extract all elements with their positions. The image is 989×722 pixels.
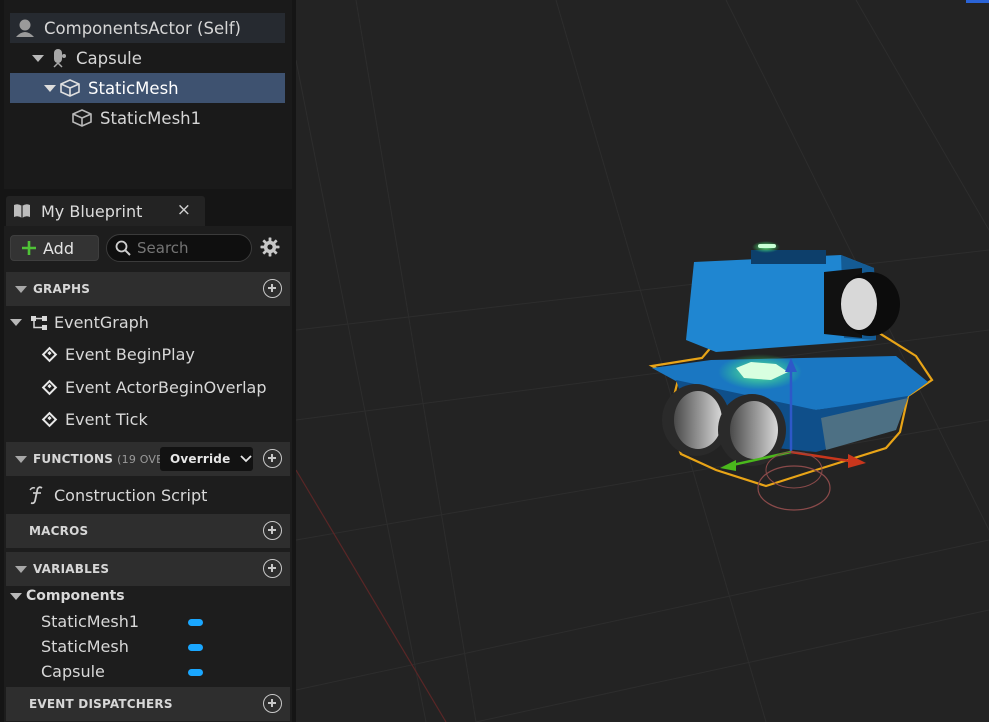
function-label: Construction Script — [54, 485, 208, 505]
event-label: Event BeginPlay — [65, 345, 195, 364]
plus-icon — [21, 240, 37, 256]
tree-item-static-mesh1[interactable]: StaticMesh1 — [10, 103, 285, 133]
section-title: FUNCTIONS — [33, 452, 114, 466]
event-icon — [41, 346, 58, 363]
viewport-scene[interactable] — [296, 0, 989, 722]
x-axis-line — [296, 469, 447, 722]
close-icon[interactable]: × — [177, 200, 191, 220]
event-item-actor-begin-overlap[interactable]: Event ActorBeginOverlap — [41, 378, 267, 397]
add-graph-plus-icon[interactable] — [263, 279, 282, 298]
section-functions[interactable]: FUNCTIONS (19 OVERRIDABLE) Override — [6, 442, 290, 476]
event-item-tick[interactable]: Event Tick — [41, 410, 148, 429]
collapse-arrow-icon[interactable] — [10, 592, 22, 600]
gear-icon[interactable] — [260, 237, 280, 257]
collapse-arrow-icon[interactable] — [15, 285, 27, 293]
graph-icon — [30, 315, 48, 331]
function-icon — [28, 485, 48, 505]
tab-label: My Blueprint — [41, 201, 143, 221]
variable-item-capsule[interactable]: Capsule — [41, 662, 105, 681]
mesh-icon — [60, 79, 80, 97]
variable-label: Capsule — [41, 662, 105, 681]
section-title: GRAPHS — [33, 282, 91, 296]
tab-my-blueprint[interactable]: My Blueprint × — [6, 196, 205, 226]
tree-item-label: ComponentsActor (Self) — [44, 18, 241, 38]
collapse-arrow-icon[interactable] — [10, 319, 22, 326]
section-title: EVENT DISPATCHERS — [29, 697, 173, 711]
variable-label: StaticMesh1 — [41, 612, 140, 631]
graph-label: EventGraph — [54, 313, 149, 332]
left-panel: ComponentsActor (Self) Capsule StaticMes… — [0, 0, 296, 722]
variable-label: StaticMesh — [41, 637, 129, 656]
tree-item-label: StaticMesh1 — [100, 108, 202, 128]
tank-mesh[interactable] — [648, 241, 934, 511]
event-label: Event ActorBeginOverlap — [65, 378, 267, 397]
add-dispatcher-plus-icon[interactable] — [263, 694, 282, 713]
my-blueprint-panel: Add Search GRAPHS EventGraph Event Begin… — [4, 226, 292, 722]
tree-item-label: Capsule — [76, 48, 142, 68]
event-icon — [41, 379, 58, 396]
viewport[interactable] — [296, 0, 989, 722]
collapse-arrow-icon[interactable] — [15, 565, 27, 573]
event-label: Event Tick — [65, 410, 148, 429]
variable-type-pill — [188, 619, 203, 626]
expand-arrow-icon[interactable] — [32, 54, 44, 62]
section-variables[interactable]: VARIABLES — [6, 552, 290, 586]
function-item-construction-script[interactable]: Construction Script — [28, 485, 207, 505]
tree-item-label: StaticMesh — [88, 78, 179, 98]
components-tree: ComponentsActor (Self) Capsule StaticMes… — [4, 0, 292, 189]
chevron-down-icon — [240, 455, 253, 463]
variable-category-components[interactable]: Components — [10, 588, 125, 604]
variable-item-static-mesh[interactable]: StaticMesh — [41, 637, 129, 656]
section-title: VARIABLES — [33, 562, 110, 576]
event-item-begin-play[interactable]: Event BeginPlay — [41, 345, 195, 364]
expand-arrow-icon[interactable] — [44, 84, 56, 92]
category-label: Components — [26, 588, 125, 604]
tree-item-capsule[interactable]: Capsule — [10, 43, 285, 73]
override-label: Override — [170, 452, 231, 466]
actor-icon — [14, 18, 36, 38]
variable-type-pill — [188, 669, 203, 676]
collapse-arrow-icon[interactable] — [15, 455, 27, 463]
add-button[interactable]: Add — [10, 235, 99, 261]
variable-item-static-mesh1[interactable]: StaticMesh1 — [41, 612, 139, 631]
add-macro-plus-icon[interactable] — [263, 521, 282, 540]
section-title: MACROS — [29, 524, 89, 538]
toolbar-accent — [966, 0, 989, 3]
graph-item-event-graph[interactable]: EventGraph — [10, 313, 149, 332]
override-dropdown[interactable]: Override — [160, 447, 253, 471]
search-input[interactable] — [137, 239, 243, 257]
search-icon — [115, 240, 131, 256]
capsule-icon — [50, 48, 68, 68]
section-graphs[interactable]: GRAPHS — [6, 272, 290, 306]
mesh-icon — [72, 109, 92, 127]
tree-item-static-mesh[interactable]: StaticMesh — [10, 73, 285, 103]
section-macros[interactable]: MACROS — [6, 514, 290, 548]
tree-item-root[interactable]: ComponentsActor (Self) — [10, 13, 285, 43]
event-icon — [41, 411, 58, 428]
add-variable-plus-icon[interactable] — [263, 559, 282, 578]
search-box[interactable] — [106, 234, 252, 262]
add-function-plus-icon[interactable] — [263, 449, 282, 468]
add-button-label: Add — [43, 238, 74, 258]
section-event-dispatchers[interactable]: EVENT DISPATCHERS — [6, 687, 290, 721]
book-icon — [13, 203, 31, 219]
variable-type-pill — [188, 644, 203, 651]
